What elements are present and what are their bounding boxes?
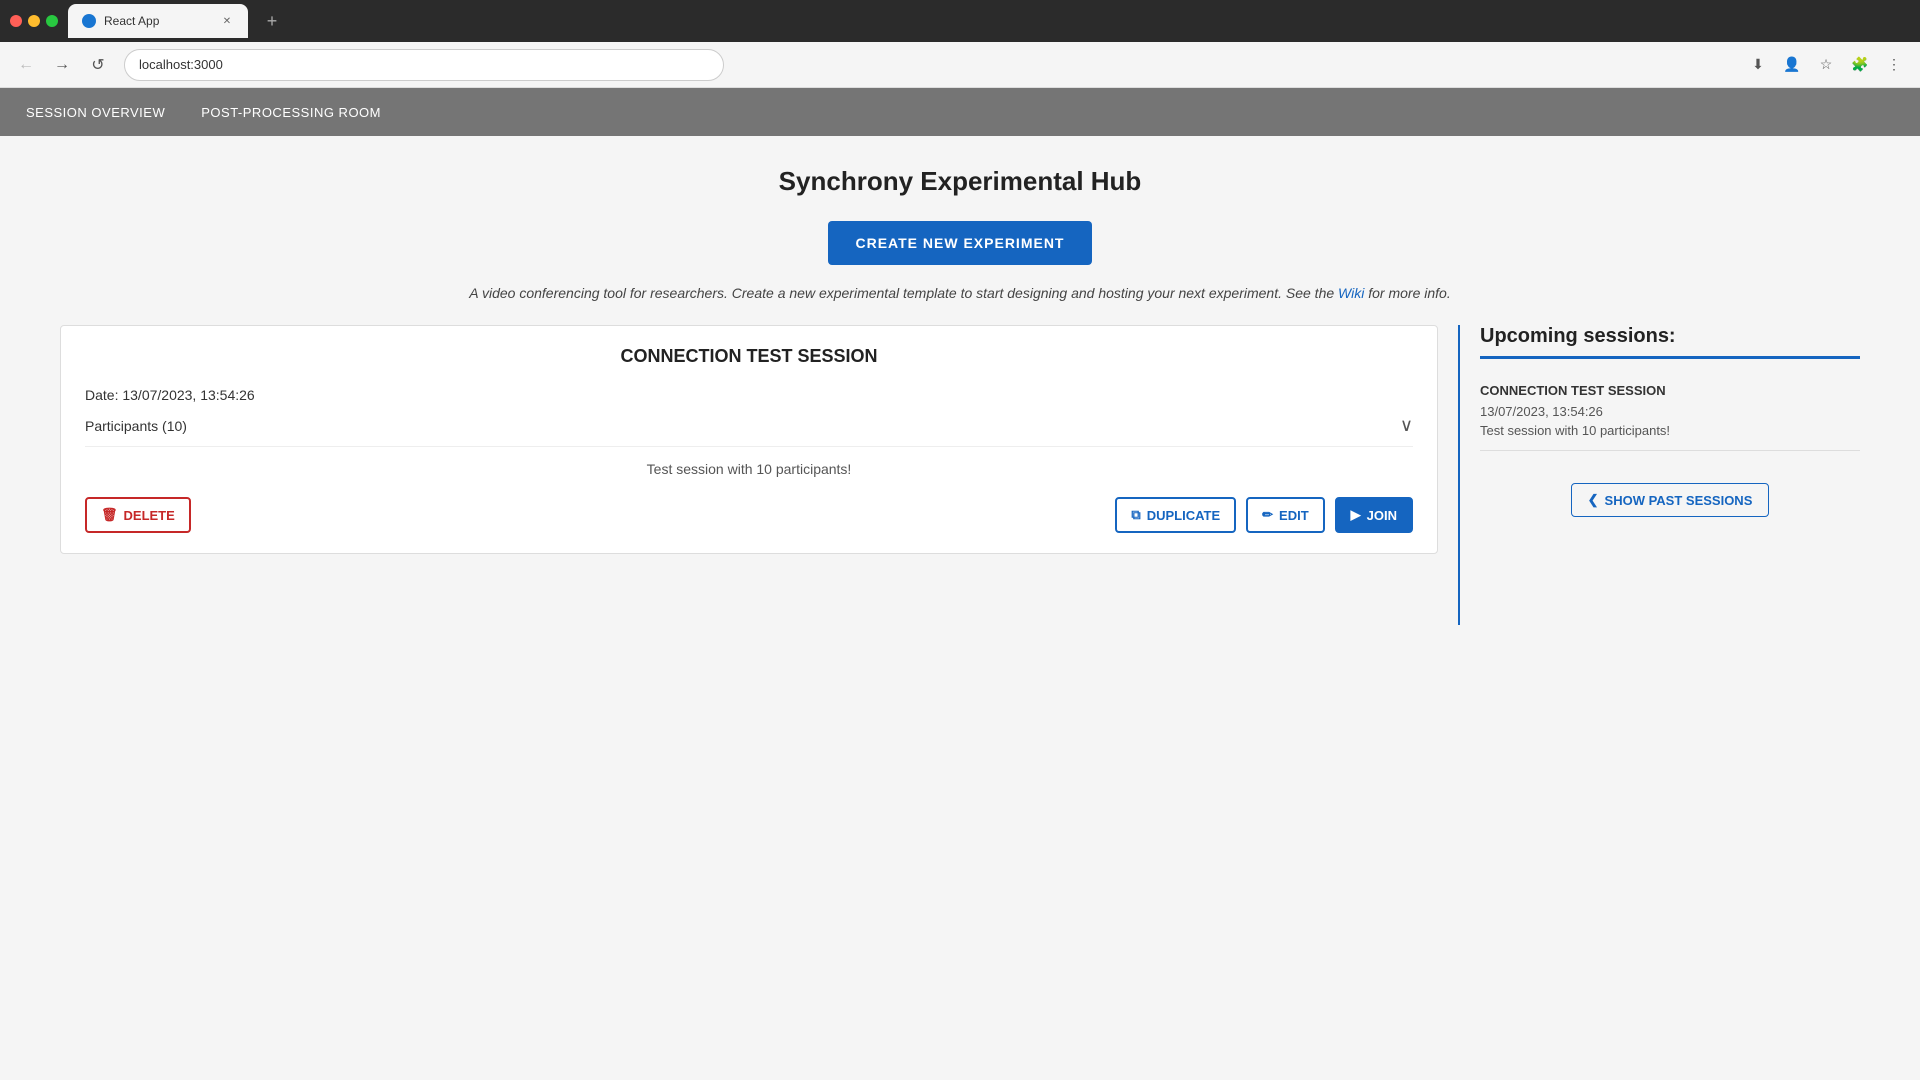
main-layout: CONNECTION TEST SESSION Date: 13/07/2023… <box>60 325 1860 625</box>
upcoming-title: Upcoming sessions: <box>1480 325 1860 359</box>
show-past-wrapper: ❮ SHOW PAST SESSIONS <box>1480 467 1860 517</box>
description-main: A video conferencing tool for researcher… <box>469 285 1338 301</box>
address-bar[interactable]: localhost:3000 <box>124 49 724 81</box>
delete-button[interactable]: 🗑 DELETE <box>85 497 191 533</box>
participants-label: Participants (10) <box>85 418 187 434</box>
page-title: Synchrony Experimental Hub <box>60 166 1860 197</box>
browser-window: React App ✕ + ← → ↺ localhost:3000 ⬇ 👤 ☆… <box>0 0 1920 1080</box>
trash-icon: 🗑 <box>101 507 118 523</box>
panel-divider <box>1458 325 1460 625</box>
edit-icon: ✏ <box>1262 507 1273 523</box>
session-card: CONNECTION TEST SESSION Date: 13/07/2023… <box>60 325 1438 554</box>
tab-close-btn[interactable]: ✕ <box>220 14 234 28</box>
minimize-window-btn[interactable] <box>28 15 40 27</box>
settings-btn[interactable]: ⋮ <box>1880 51 1908 79</box>
upcoming-session-desc: Test session with 10 participants! <box>1480 423 1860 438</box>
maximize-window-btn[interactable] <box>46 15 58 27</box>
back-btn[interactable]: ← <box>12 51 40 79</box>
download-btn[interactable]: ⬇ <box>1744 51 1772 79</box>
create-experiment-btn[interactable]: CREATE NEW EXPERIMENT <box>828 221 1093 265</box>
nav-post-processing-room[interactable]: POST-PROCESSING ROOM <box>195 101 387 124</box>
upcoming-panel: Upcoming sessions: CONNECTION TEST SESSI… <box>1480 325 1860 517</box>
show-past-label: SHOW PAST SESSIONS <box>1605 493 1753 508</box>
session-description: Test session with 10 participants! <box>85 461 1413 477</box>
description-text: A video conferencing tool for researcher… <box>60 285 1860 301</box>
reload-btn[interactable]: ↺ <box>84 51 112 79</box>
browser-toolbar: ← → ↺ localhost:3000 ⬇ 👤 ☆ 🧩 ⋮ <box>0 42 1920 88</box>
copy-icon: ⧉ <box>1131 507 1140 523</box>
join-label: JOIN <box>1367 508 1397 523</box>
app-content: Synchrony Experimental Hub CREATE NEW EX… <box>0 136 1920 1080</box>
session-card-title: CONNECTION TEST SESSION <box>85 346 1413 367</box>
nav-session-overview[interactable]: SESSION OVERVIEW <box>20 101 171 124</box>
wiki-link[interactable]: Wiki <box>1338 285 1364 301</box>
tab-title: React App <box>104 14 159 28</box>
tab-favicon <box>82 14 96 28</box>
date-label: Date: <box>85 387 118 403</box>
window-controls <box>10 15 58 27</box>
description-suffix: for more info. <box>1364 285 1450 301</box>
upcoming-session-date: 13/07/2023, 13:54:26 <box>1480 404 1860 419</box>
profile-btn[interactable]: 👤 <box>1778 51 1806 79</box>
url-display: localhost:3000 <box>139 57 223 72</box>
toolbar-actions: ⬇ 👤 ☆ 🧩 ⋮ <box>1744 51 1908 79</box>
session-date-row: Date: 13/07/2023, 13:54:26 <box>85 387 1413 403</box>
browser-titlebar: React App ✕ + <box>0 0 1920 42</box>
duplicate-label: DUPLICATE <box>1147 508 1220 523</box>
app-nav: SESSION OVERVIEW POST-PROCESSING ROOM <box>0 88 1920 136</box>
show-past-sessions-btn[interactable]: ❮ SHOW PAST SESSIONS <box>1571 483 1770 517</box>
right-actions: ⧉ DUPLICATE ✏ EDIT ▶ JOIN <box>1115 497 1413 533</box>
star-btn[interactable]: ☆ <box>1812 51 1840 79</box>
new-tab-btn[interactable]: + <box>258 7 286 35</box>
join-button[interactable]: ▶ JOIN <box>1335 497 1413 533</box>
duplicate-button[interactable]: ⧉ DUPLICATE <box>1115 497 1236 533</box>
chevron-down-icon: ∨ <box>1400 415 1413 436</box>
session-actions: 🗑 DELETE ⧉ DUPLICATE ✏ EDIT <box>85 497 1413 533</box>
browser-tab[interactable]: React App ✕ <box>68 4 248 38</box>
edit-button[interactable]: ✏ EDIT <box>1246 497 1325 533</box>
close-window-btn[interactable] <box>10 15 22 27</box>
date-value: 13/07/2023, 13:54:26 <box>122 387 254 403</box>
extension-btn[interactable]: 🧩 <box>1846 51 1874 79</box>
create-btn-wrapper: CREATE NEW EXPERIMENT <box>60 221 1860 265</box>
delete-label: DELETE <box>124 508 175 523</box>
upcoming-session-name: CONNECTION TEST SESSION <box>1480 383 1860 398</box>
edit-label: EDIT <box>1279 508 1309 523</box>
play-icon: ▶ <box>1351 507 1361 523</box>
forward-btn[interactable]: → <box>48 51 76 79</box>
sessions-panel: CONNECTION TEST SESSION Date: 13/07/2023… <box>60 325 1438 570</box>
chevron-left-icon: ❮ <box>1588 492 1599 508</box>
participants-row[interactable]: Participants (10) ∨ <box>85 415 1413 447</box>
upcoming-session-item: CONNECTION TEST SESSION 13/07/2023, 13:5… <box>1480 371 1860 451</box>
